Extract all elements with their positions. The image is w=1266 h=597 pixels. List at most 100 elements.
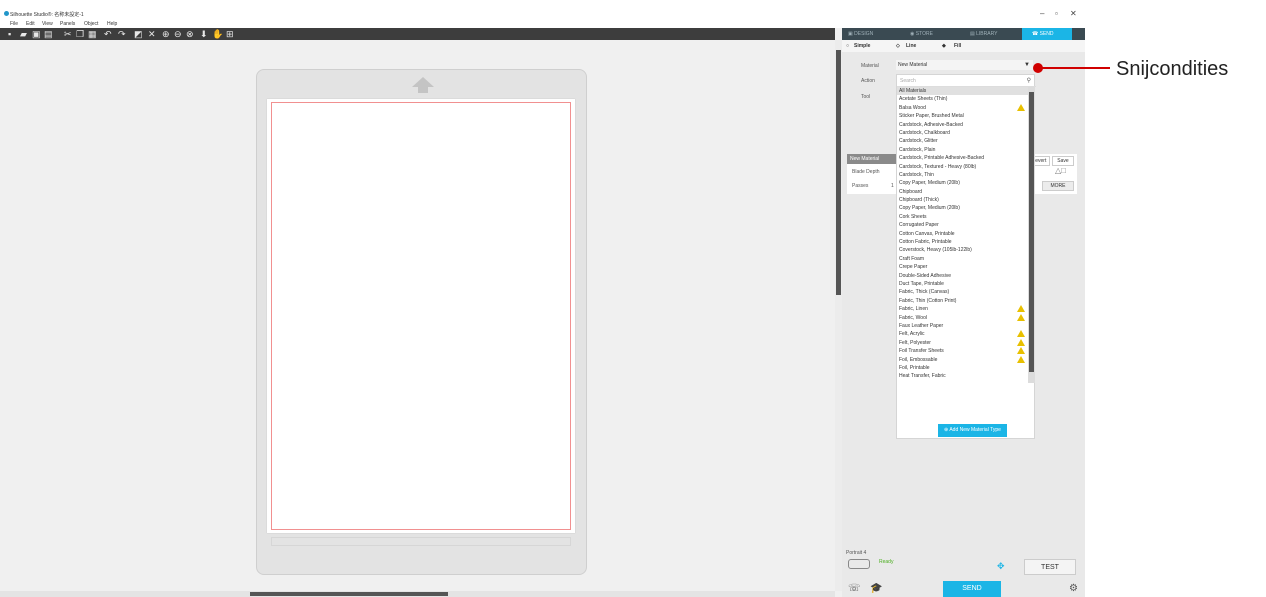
pan-hand-icon[interactable]: ✋ xyxy=(212,28,223,40)
material-item[interactable]: Crepe Paper xyxy=(897,263,1028,271)
mode-fill-icon[interactable]: ◆ xyxy=(942,43,946,49)
material-item[interactable]: Fabric, Thick (Canvas) xyxy=(897,288,1028,296)
material-select[interactable]: New Material ▼ xyxy=(896,60,1033,70)
menu-panels[interactable]: Panels xyxy=(60,21,75,27)
copy-icon[interactable]: ❐ xyxy=(76,28,84,40)
material-item[interactable]: Cardstock, Chalkboard xyxy=(897,129,1028,137)
mode-simple[interactable]: Simple xyxy=(854,43,870,49)
show-grid-icon[interactable]: ⊞ xyxy=(226,28,234,40)
material-item[interactable]: Fabric, Wool xyxy=(897,313,1028,322)
horizontal-scroll-thumb[interactable] xyxy=(250,592,448,596)
material-item[interactable]: Chipboard (Thick) xyxy=(897,196,1028,204)
mode-line[interactable]: Line xyxy=(906,43,916,49)
material-item-label: Chipboard xyxy=(899,188,923,195)
mode-line-icon[interactable]: ◇ xyxy=(896,43,900,49)
search-icon[interactable]: ⚲ xyxy=(1027,77,1031,84)
page-area[interactable] xyxy=(267,99,575,533)
open-folder-icon[interactable]: ▰ xyxy=(20,28,27,40)
fit-to-page-icon[interactable]: ⬇ xyxy=(200,28,208,40)
material-item[interactable]: Faux Leather Paper xyxy=(897,322,1028,330)
material-item[interactable]: Felt, Acrylic xyxy=(897,330,1028,338)
material-item[interactable]: Fabric, Linen xyxy=(897,305,1028,313)
more-button[interactable]: MORE xyxy=(1042,181,1074,191)
material-item[interactable]: Balsa Wood xyxy=(897,103,1028,112)
material-item-label: Craft Foam xyxy=(899,255,925,262)
material-item[interactable]: Copy Paper, Medium (20lb) xyxy=(897,179,1028,187)
material-item[interactable]: Duct Tape, Printable xyxy=(897,280,1028,288)
material-item[interactable]: Fabric, Thin (Cotton Print) xyxy=(897,297,1028,305)
mode-simple-radio[interactable]: ○ xyxy=(846,43,849,49)
material-item[interactable]: Chipboard xyxy=(897,188,1028,196)
material-item[interactable]: Sticker Paper, Brushed Metal xyxy=(897,112,1028,120)
material-item[interactable]: Copy Paper, Medium (20lb) xyxy=(897,204,1028,212)
material-item[interactable]: All Materials xyxy=(897,87,1028,96)
cut-settings-icon[interactable]: ☏ xyxy=(848,583,861,594)
zoom-out-icon[interactable]: ⊖ xyxy=(174,28,182,40)
add-material-button[interactable]: ⊕ Add New Material Type xyxy=(938,424,1007,437)
tab-store[interactable]: ◉ STORE xyxy=(910,28,960,40)
material-item[interactable]: Foil Transfer Sheets xyxy=(897,347,1028,355)
zoom-select-icon[interactable]: ⊗ xyxy=(186,28,194,40)
material-item[interactable]: Cardstock, Printable Adhesive-Backed xyxy=(897,154,1028,162)
material-item[interactable]: Acetate Sheets (Thin) xyxy=(897,95,1028,103)
move-blade-icon[interactable]: ✥ xyxy=(997,561,1005,572)
vertical-scroll-thumb[interactable] xyxy=(836,50,841,295)
send-button[interactable]: SEND xyxy=(943,581,1001,597)
material-item[interactable]: Cardstock, Adhesive-Backed xyxy=(897,121,1028,129)
dropdown-scroll-thumb[interactable] xyxy=(1029,92,1034,372)
menu-view[interactable]: View xyxy=(42,21,53,27)
material-item[interactable]: Cotton Canvas, Printable xyxy=(897,230,1028,238)
gear-icon[interactable]: ⚙ xyxy=(1069,583,1078,594)
material-item[interactable]: Craft Foam xyxy=(897,255,1028,263)
close-button[interactable]: ✕ xyxy=(1070,9,1077,18)
horizontal-scrollbar[interactable] xyxy=(0,591,835,597)
menu-help[interactable]: Help xyxy=(107,21,117,27)
select-all-icon[interactable]: ◩ xyxy=(134,28,143,40)
material-item[interactable]: Foil, Printable xyxy=(897,364,1028,372)
menu-object[interactable]: Object xyxy=(84,21,98,27)
material-item-label: Cardstock, Plain xyxy=(899,146,936,153)
material-dropdown: Search ⚲ All Materials Acetate Sheets (Th… xyxy=(896,74,1036,439)
material-search-input[interactable]: Search xyxy=(897,75,1036,87)
menu-file[interactable]: File xyxy=(10,21,18,27)
zoom-in-icon[interactable]: ⊕ xyxy=(162,28,170,40)
material-item[interactable]: Cotton Fabric, Printable xyxy=(897,238,1028,246)
design-canvas[interactable] xyxy=(0,40,835,591)
material-item[interactable]: Heat Transfer, Fabric xyxy=(897,372,1028,380)
passes-label: Passes xyxy=(852,183,869,189)
minimize-button[interactable]: – xyxy=(1040,9,1044,18)
menu-edit[interactable]: Edit xyxy=(26,21,35,27)
mode-fill[interactable]: Fill xyxy=(954,43,961,49)
cut-icon[interactable]: ✂ xyxy=(64,28,72,40)
material-item[interactable]: Felt, Polyester xyxy=(897,338,1028,347)
menu-bar: File Edit View Panels Object Help xyxy=(0,20,1085,28)
redo-icon[interactable]: ↷ xyxy=(118,28,126,40)
material-item-label: Double-Sided Adhesive xyxy=(899,272,951,279)
material-item-label: Cardstock, Chalkboard xyxy=(899,129,950,136)
vertical-scrollbar[interactable] xyxy=(835,40,842,591)
material-item[interactable]: Double-Sided Adhesive xyxy=(897,272,1028,280)
material-item[interactable]: Coverstock, Heavy (105lb-122lb) xyxy=(897,246,1028,254)
save-icon[interactable]: ▣ xyxy=(32,28,41,40)
new-document-icon[interactable]: ▪ xyxy=(8,28,11,40)
tab-design[interactable]: ▣ DESIGN xyxy=(848,28,898,40)
material-item[interactable]: Cardstock, Glitter xyxy=(897,137,1028,145)
tab-library[interactable]: ▤ LIBRARY xyxy=(970,28,1020,40)
material-item[interactable]: Cardstock, Plain xyxy=(897,146,1028,154)
material-item[interactable]: Corrugated Paper xyxy=(897,221,1028,229)
material-item[interactable]: Cardstock, Textured - Heavy (80lb) xyxy=(897,163,1028,171)
tutorial-icon[interactable]: 🎓 xyxy=(870,583,882,594)
print-icon[interactable]: ▤ xyxy=(44,28,53,40)
test-button[interactable]: TEST xyxy=(1024,559,1076,575)
tab-send[interactable]: ☎ SEND xyxy=(1022,28,1072,40)
paste-icon[interactable]: ▦ xyxy=(88,28,97,40)
save-button[interactable]: Save xyxy=(1052,156,1074,166)
dropdown-scrollbar[interactable] xyxy=(1028,87,1035,383)
undo-icon[interactable]: ↶ xyxy=(104,28,112,40)
maximize-button[interactable]: ▫ xyxy=(1055,9,1058,18)
deselect-icon[interactable]: ✕ xyxy=(148,28,156,40)
passes-value[interactable]: 1 xyxy=(891,183,894,189)
material-item[interactable]: Cork Sheets xyxy=(897,213,1028,221)
material-item[interactable]: Foil, Embossable xyxy=(897,355,1028,364)
material-item[interactable]: Cardstock, Thin xyxy=(897,171,1028,179)
